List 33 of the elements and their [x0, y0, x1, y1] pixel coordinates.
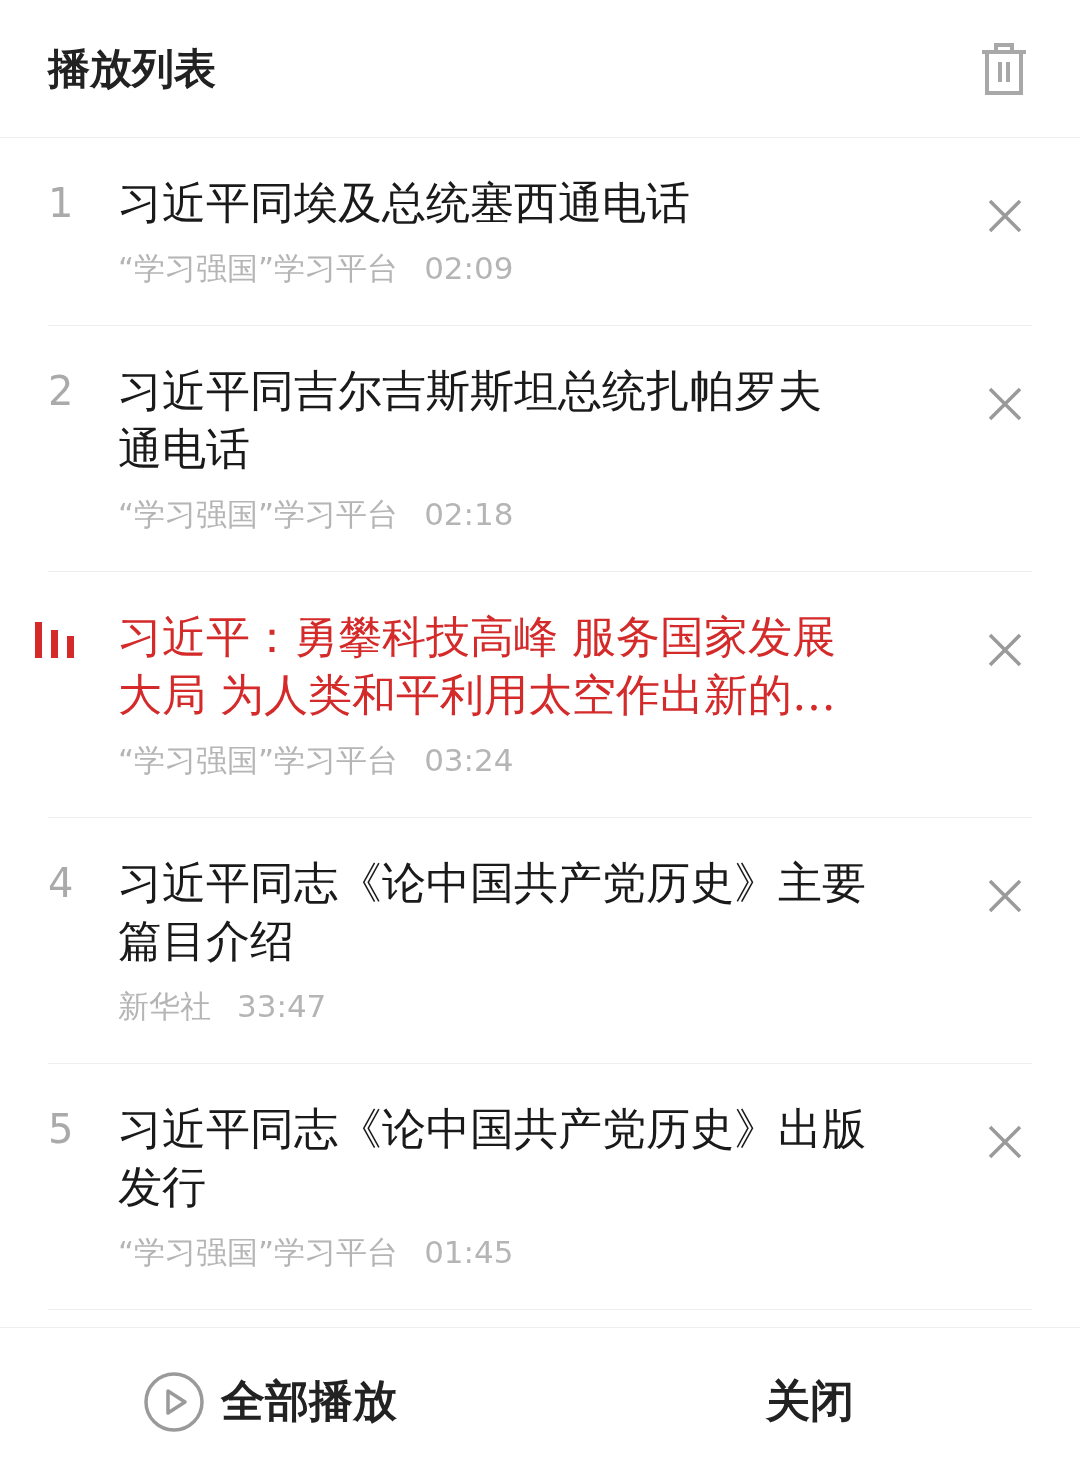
close-icon[interactable] [988, 879, 1022, 913]
track-title[interactable]: 篇目介绍 [118, 912, 972, 970]
track-source: 新华社 [118, 987, 211, 1026]
track-duration: 02:09 [424, 249, 514, 288]
track-title[interactable]: 习近平：勇攀科技高峰 服务国家发展 [118, 608, 972, 666]
track-title[interactable]: 习近平同埃及总统塞西通电话 [118, 174, 972, 232]
play-icon [143, 1370, 205, 1433]
track-number: 4 [48, 859, 75, 908]
close-icon[interactable] [988, 633, 1022, 667]
track-title[interactable]: 发行 [118, 1158, 972, 1216]
track-number: 2 [48, 367, 75, 416]
track-source: “学习强国”学习平台 [118, 1233, 399, 1272]
track-source: “学习强国”学习平台 [118, 495, 399, 534]
track-number: 1 [48, 179, 75, 228]
close-icon[interactable] [988, 387, 1022, 421]
trash-icon[interactable] [980, 41, 1028, 96]
close-icon[interactable] [988, 199, 1022, 233]
close-icon[interactable] [988, 1125, 1022, 1159]
close-button[interactable]: 关闭 [766, 1372, 854, 1431]
track-title[interactable]: 习近平同志《论中国共产党历史》出版 [118, 1100, 972, 1158]
track-title[interactable]: 通电话 [118, 420, 972, 478]
play-all-button[interactable]: 全部播放 [0, 1370, 540, 1433]
track-source: “学习强国”学习平台 [118, 249, 399, 288]
track-title[interactable]: 习近平同志《论中国共产党历史》主要 [118, 854, 972, 912]
track-title[interactable]: 大局 为人类和平利用太空作出新的… [118, 666, 972, 724]
track-duration: 01:45 [424, 1233, 514, 1272]
track-duration: 03:24 [424, 741, 514, 780]
track-source: “学习强国”学习平台 [118, 741, 399, 780]
track-title[interactable]: 习近平同吉尔吉斯斯坦总统扎帕罗夫 [118, 362, 972, 420]
track-duration: 02:18 [424, 495, 514, 534]
playlist-title: 播放列表 [48, 42, 216, 95]
track-number: 5 [48, 1105, 75, 1154]
track-duration: 33:47 [237, 987, 327, 1026]
